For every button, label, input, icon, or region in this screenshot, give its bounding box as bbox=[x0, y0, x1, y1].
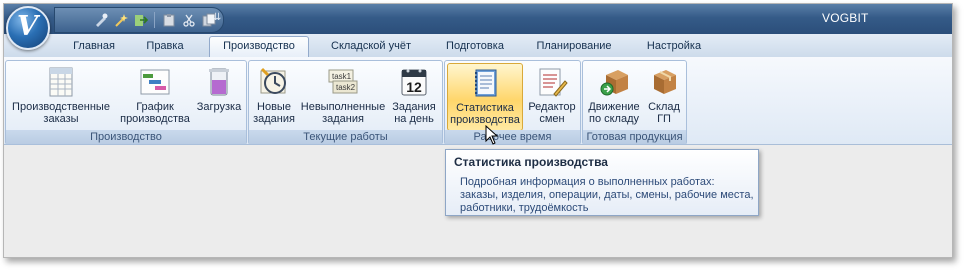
clipboard-icon[interactable] bbox=[160, 12, 177, 29]
calendar-icon: 12 bbox=[398, 66, 430, 98]
exit-icon[interactable] bbox=[132, 12, 149, 29]
tab-home[interactable]: Главная bbox=[58, 37, 130, 56]
toolbar-separator bbox=[154, 12, 155, 28]
app-title: VOGBIT bbox=[822, 11, 869, 25]
stock-movement-icon bbox=[598, 66, 630, 98]
production-orders-button[interactable]: Производственные заказы bbox=[7, 63, 115, 129]
app-logo-letter: V bbox=[17, 11, 38, 42]
group-finished-products: Движение по складу Склад ГП Готовая прод… bbox=[582, 60, 687, 145]
tab-production[interactable]: Производство bbox=[209, 36, 309, 58]
gantt-chart-icon bbox=[139, 66, 171, 98]
beaker-load-icon bbox=[203, 66, 235, 98]
tooltip-title: Статистика производства bbox=[454, 155, 608, 169]
tooltip: Статистика производства Подробная информ… bbox=[445, 149, 759, 216]
tab-preparation[interactable]: Подготовка bbox=[435, 37, 515, 56]
quick-access-toolbar bbox=[54, 7, 224, 33]
wizard-icon[interactable] bbox=[112, 12, 129, 29]
statistics-book-icon bbox=[469, 67, 501, 99]
production-statistics-button[interactable]: Статистика производства bbox=[447, 63, 523, 131]
app-window: ⇊ VOGBIT V Главная Правка Производство С… bbox=[3, 3, 953, 258]
shift-editor-icon bbox=[536, 66, 568, 98]
stock-movement-button[interactable]: Движение по складу bbox=[585, 63, 643, 129]
tab-warehouse[interactable]: Складской учёт bbox=[315, 37, 427, 56]
ribbon-tabs: Главная Правка Производство Складской уч… bbox=[4, 34, 952, 58]
daily-tasks-button[interactable]: 12 Задания на день bbox=[390, 63, 438, 129]
shift-editor-button[interactable]: Редактор смен bbox=[526, 63, 578, 129]
customize-toolbar-icon[interactable]: ⇊ bbox=[213, 12, 221, 23]
tools-icon[interactable] bbox=[92, 12, 109, 29]
tooltip-description: Подробная информация о выполненных работ… bbox=[460, 176, 754, 214]
group-production-label: Производство bbox=[6, 130, 246, 144]
ribbon-panel: Производственные заказы График производс… bbox=[4, 57, 952, 145]
svg-text:task2: task2 bbox=[336, 83, 356, 92]
mouse-cursor-icon bbox=[485, 125, 499, 145]
title-bar: ⇊ VOGBIT bbox=[4, 4, 952, 34]
svg-text:12: 12 bbox=[406, 79, 422, 95]
tab-planning[interactable]: Планирование bbox=[524, 37, 624, 56]
production-schedule-button[interactable]: График производства bbox=[117, 63, 193, 129]
unfinished-tasks-button[interactable]: task1 task2 Невыполненные задания bbox=[299, 63, 387, 129]
svg-text:task1: task1 bbox=[332, 72, 352, 81]
group-work-time-label: Рабочее время bbox=[445, 130, 580, 144]
warehouse-box-icon bbox=[648, 66, 680, 98]
group-current-work-label: Текущие работы bbox=[249, 130, 442, 144]
finished-goods-warehouse-button[interactable]: Склад ГП bbox=[645, 63, 683, 129]
scissors-icon[interactable] bbox=[180, 12, 197, 29]
app-logo-button[interactable]: V bbox=[6, 6, 50, 50]
group-finished-products-label: Готовая продукция bbox=[583, 130, 686, 144]
tab-settings[interactable]: Настройка bbox=[632, 37, 716, 56]
group-work-time: Статистика производства Редактор смен Ра… bbox=[444, 60, 581, 145]
tab-edit[interactable]: Правка bbox=[134, 37, 196, 56]
group-production: Производственные заказы График производс… bbox=[5, 60, 247, 145]
orders-table-icon bbox=[45, 66, 77, 98]
new-task-icon bbox=[258, 66, 290, 98]
pending-tasks-icon: task1 task2 bbox=[327, 66, 359, 98]
group-current-work: Новые задания task1 task2 Невыполненные з… bbox=[248, 60, 443, 145]
workload-button[interactable]: Загрузка bbox=[194, 63, 244, 129]
new-tasks-button[interactable]: Новые задания bbox=[250, 63, 298, 129]
